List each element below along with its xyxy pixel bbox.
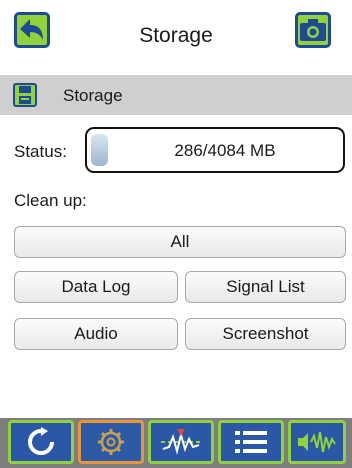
audio-button[interactable] — [288, 420, 346, 464]
clean-screenshot-button[interactable]: Screenshot — [185, 318, 346, 350]
camera-icon — [300, 19, 326, 41]
list-icon — [235, 431, 267, 453]
clean-audio-button[interactable]: Audio — [14, 318, 178, 350]
clean-all-button[interactable]: All — [14, 226, 346, 258]
usage-value: 286/4084 MB — [174, 141, 276, 160]
signal-analysis-button[interactable] — [148, 420, 214, 464]
section-header: Storage — [0, 75, 352, 115]
audio-signal-icon — [298, 431, 336, 453]
section-label: Storage — [63, 86, 123, 105]
header: Storage — [0, 0, 352, 72]
refresh-icon — [28, 427, 54, 455]
waveform-icon — [161, 429, 201, 455]
gear-icon — [98, 429, 124, 455]
cleanup-label: Clean up: — [14, 191, 87, 210]
signal-list-button[interactable] — [218, 420, 284, 464]
settings-button[interactable] — [78, 420, 144, 464]
status-label: Status: — [14, 142, 67, 161]
camera-button[interactable] — [295, 12, 331, 48]
clean-signal-list-button[interactable]: Signal List — [185, 271, 346, 303]
bottom-toolbar — [0, 418, 352, 468]
clean-data-log-button[interactable]: Data Log — [14, 271, 178, 303]
refresh-button[interactable] — [8, 420, 74, 464]
storage-usage-bar: 286/4084 MB — [85, 127, 345, 173]
save-disk-icon — [13, 83, 37, 107]
